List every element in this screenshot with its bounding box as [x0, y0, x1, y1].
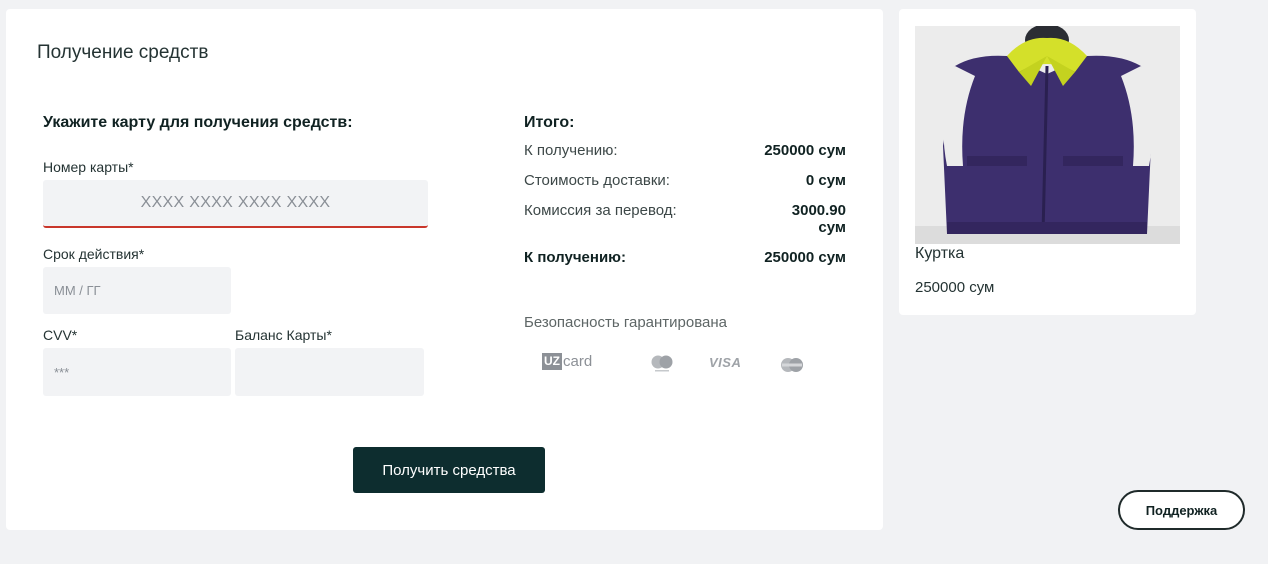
- security-text: Безопасность гарантирована: [524, 314, 728, 331]
- card-number-label: Номер карты*: [43, 159, 134, 175]
- expiry-label: Срок действия*: [43, 246, 145, 262]
- summary-total-value: 250000 сум: [764, 249, 846, 266]
- payout-form-card: Получение средств Укажите карту для полу…: [6, 9, 883, 530]
- balance-input[interactable]: [235, 348, 424, 396]
- card-section-title: Укажите карту для получения средств:: [43, 114, 353, 131]
- cvv-input[interactable]: [43, 348, 231, 396]
- summary-row-label: Комиссия за перевод:: [524, 202, 677, 219]
- maestro-logo: [781, 358, 803, 372]
- mastercard-logo: [651, 355, 673, 372]
- visa-logo: VISA: [709, 355, 742, 370]
- summary-row-value: 3000.90 сум: [791, 202, 846, 236]
- page-title: Получение средств: [37, 42, 209, 63]
- uzcard-logo-text: card: [563, 353, 593, 370]
- product-name: Куртка: [915, 245, 965, 262]
- card-number-input[interactable]: [43, 180, 428, 228]
- summary-row-delivery: Стоимость доставки: 0 сум: [524, 172, 846, 189]
- support-button[interactable]: Поддержка: [1118, 490, 1245, 530]
- product-card: Куртка 250000 сум: [899, 9, 1196, 315]
- summary-title: Итого:: [524, 114, 575, 131]
- payment-logos: UZ card VISA: [542, 352, 812, 376]
- order-summary: Итого: К получению: 250000 сум Стоимость…: [524, 114, 846, 279]
- summary-row-label: Стоимость доставки:: [524, 172, 670, 189]
- balance-label: Баланс Карты*: [235, 327, 332, 343]
- uzcard-logo-box: UZ: [542, 353, 562, 370]
- expiry-input[interactable]: [43, 267, 231, 314]
- summary-total-row: К получению: 250000 сум: [524, 249, 846, 266]
- summary-row-receive: К получению: 250000 сум: [524, 142, 846, 159]
- get-funds-button[interactable]: Получить средства: [353, 447, 545, 493]
- summary-row-value: 0 сум: [805, 172, 846, 189]
- summary-row-label: К получению:: [524, 142, 618, 159]
- cvv-label: CVV*: [43, 327, 78, 343]
- product-price: 250000 сум: [915, 279, 995, 296]
- uzcard-logo: UZ card: [542, 353, 592, 370]
- summary-total-label: К получению:: [524, 249, 626, 266]
- summary-row-value: 250000 сум: [764, 142, 846, 159]
- vest-jacket-image: [915, 26, 1180, 244]
- summary-row-commission: Комиссия за перевод: 3000.90 сум: [524, 202, 846, 236]
